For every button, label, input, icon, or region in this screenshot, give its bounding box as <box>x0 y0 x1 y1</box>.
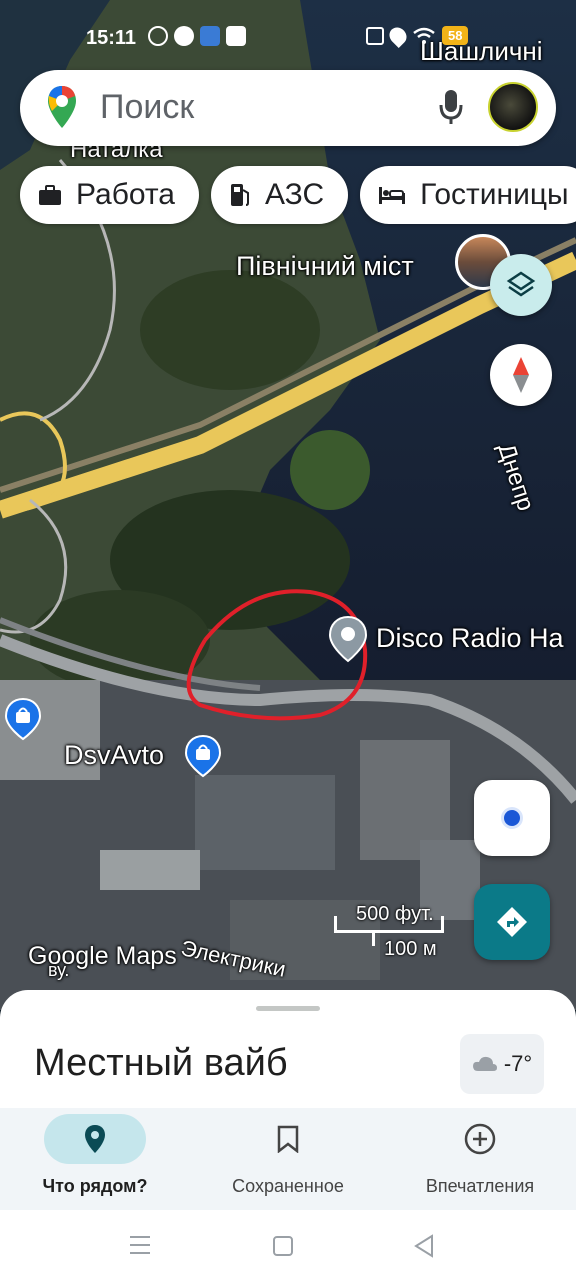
cloud-icon <box>472 1056 497 1071</box>
shopping-pin-icon[interactable] <box>184 734 222 778</box>
directions-button[interactable] <box>474 884 550 960</box>
layers-icon <box>506 271 536 297</box>
google-maps-watermark: Google Maps <box>28 942 177 970</box>
wifi-icon <box>412 27 436 45</box>
temperature: -7° <box>503 1051 533 1076</box>
my-location-button[interactable] <box>474 780 550 856</box>
scale-metric: 100 м <box>384 938 437 960</box>
battery-indicator: 58 <box>442 26 469 45</box>
nav-saved[interactable]: Сохраненное <box>224 1108 352 1210</box>
notification-icons <box>148 26 246 46</box>
map-scale: 500 фут. 100 м <box>334 900 452 960</box>
nfc-icon <box>366 26 384 45</box>
briefcase-icon <box>38 184 62 206</box>
scale-imperial: 500 фут. <box>356 903 434 925</box>
layers-button[interactable] <box>490 254 552 316</box>
status-time: 15:11 <box>86 27 137 49</box>
nav-label: Сохраненное <box>232 1176 344 1196</box>
app-icon <box>200 26 220 46</box>
map-label-shop[interactable]: DsvAvto <box>64 740 164 771</box>
nav-label: Впечатления <box>425 1176 535 1196</box>
bed-icon <box>378 185 406 205</box>
back-icon[interactable] <box>414 1234 434 1258</box>
home-icon[interactable] <box>272 1235 294 1257</box>
gas-station-icon <box>229 182 251 208</box>
nav-pill <box>237 1114 339 1164</box>
search-bar[interactable]: Поиск <box>20 70 556 146</box>
bottom-sheet[interactable]: Местный вайб -7° <box>0 990 576 1108</box>
nav-explore[interactable]: Что рядом? <box>42 1108 148 1210</box>
viber-icon <box>148 26 168 46</box>
sheet-title: Местный вайб <box>34 1042 288 1084</box>
menu-icon[interactable] <box>128 1234 152 1256</box>
chip-gas-stations[interactable]: АЗС <box>211 166 349 224</box>
telegram-icon <box>174 26 194 46</box>
venue-pin-icon[interactable] <box>328 615 368 663</box>
category-chips: Работа АЗС Гостиницы <box>20 166 576 224</box>
google-maps-logo-icon <box>48 86 76 128</box>
microphone-icon[interactable] <box>438 88 464 126</box>
add-circle-icon <box>464 1123 496 1155</box>
nav-pill <box>44 1114 146 1164</box>
location-icon <box>385 23 411 48</box>
bookmark-icon <box>277 1125 299 1153</box>
account-avatar[interactable] <box>488 82 538 132</box>
location-pin-icon <box>85 1125 105 1153</box>
my-location-icon <box>501 807 523 829</box>
chip-label: АЗС <box>265 178 325 211</box>
bottom-navigation: Что рядом? Сохраненное Впечатления <box>0 1108 576 1210</box>
drag-handle[interactable] <box>256 1006 320 1011</box>
chip-label: Работа <box>76 178 175 211</box>
directions-icon <box>497 907 527 937</box>
weather-badge[interactable]: -7° <box>460 1034 544 1094</box>
system-status-icons: 58 <box>366 23 469 48</box>
map-canvas[interactable]: Шашличні Наталка Північний міст Днепр Di… <box>0 0 576 1010</box>
map-label-venue[interactable]: Disco Radio Ha <box>376 623 564 654</box>
nav-contribute[interactable]: Впечатления <box>418 1108 542 1210</box>
shopping-pin-icon[interactable] <box>4 697 42 741</box>
app-icon <box>226 26 246 46</box>
chip-work[interactable]: Работа <box>20 166 199 224</box>
compass-icon <box>513 357 529 393</box>
compass-button[interactable] <box>490 344 552 406</box>
system-navigation-bar <box>0 1210 576 1280</box>
chip-label: Гостиницы <box>420 178 569 211</box>
search-input[interactable]: Поиск <box>100 88 194 127</box>
map-label-bridge[interactable]: Північний міст <box>236 251 414 282</box>
status-bar: 15:11 58 <box>0 0 576 60</box>
nav-label: Что рядом? <box>42 1176 148 1196</box>
chip-hotels[interactable]: Гостиницы <box>360 166 576 224</box>
nav-pill <box>429 1114 531 1164</box>
